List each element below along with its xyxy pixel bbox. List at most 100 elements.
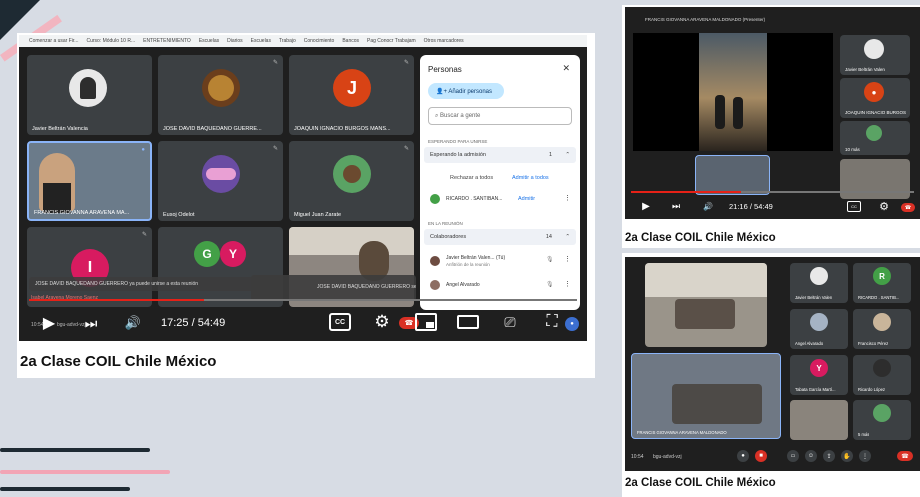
muted-mic-icon: ✎ — [403, 60, 409, 66]
in-meeting-label: EN LA REUNIÓN — [428, 221, 463, 226]
participant-name: Javier Beltrán Valen — [845, 67, 885, 72]
progress-fill — [631, 191, 742, 193]
captions-icon[interactable]: ▭ — [787, 450, 799, 462]
participant-name: Angel Alvarado — [795, 341, 824, 346]
avatar — [873, 359, 891, 377]
movie-poster — [699, 33, 767, 151]
main-video-player[interactable]: Comenzar a usar Fir... Curso: Módulo 10 … — [19, 35, 587, 341]
end-call-icon[interactable]: ☎ — [897, 451, 913, 461]
avatar — [333, 155, 371, 193]
stripe-dark — [0, 448, 150, 452]
video-title[interactable]: 2a Clase COIL Chile México — [625, 232, 776, 244]
bookmark[interactable]: Trabajo — [279, 38, 296, 44]
participant-tile: Angel Alvarado — [790, 309, 848, 349]
settings-gear-icon[interactable]: ⚙ — [371, 311, 393, 333]
participant-tile: Javier Beltrán Valencia — [27, 55, 152, 135]
video-title[interactable]: 2a Clase COIL Chile México — [20, 353, 216, 370]
search-placeholder: Buscar a gente — [440, 113, 481, 119]
cast-icon[interactable]: ⎚ — [499, 313, 521, 331]
participant-tile-active: ● FRANCIS GIOVANNA ARAVENA MA... — [27, 141, 152, 221]
admit-all-button[interactable]: Admitir a todos — [512, 175, 572, 181]
avatar — [864, 39, 884, 59]
bookmark[interactable]: Escuelas — [251, 38, 271, 44]
waiting-count: 1 — [548, 152, 552, 158]
next-icon[interactable]: ⏭ — [669, 199, 683, 213]
progress-bar[interactable] — [631, 191, 914, 193]
close-icon[interactable]: ✕ — [562, 63, 570, 74]
theater-mode-icon[interactable] — [457, 315, 479, 329]
miniplayer-icon[interactable] — [415, 313, 437, 331]
fullscreen-icon[interactable]: ⛶ — [541, 311, 563, 333]
add-person-icon: 👤+ — [436, 89, 449, 95]
play-icon[interactable]: ▶ — [639, 199, 653, 213]
avatar — [430, 194, 440, 204]
emoji-icon[interactable]: ☺ — [805, 450, 817, 462]
people-panel: Personas ✕ 👤+ Añadir personas ⌕ Buscar a… — [420, 55, 580, 310]
bottom-right-video-card: Javier Beltrán Valen R RICARDO . SANTIB.… — [622, 253, 920, 497]
add-people-label: Añadir personas — [448, 89, 493, 95]
participant-tile: 10 más — [840, 121, 910, 155]
bookmark[interactable]: Pag Conocr Trabajam — [367, 38, 416, 44]
bookmark[interactable]: Comenzar a usar Fir... — [29, 38, 78, 44]
more-participants: 5 más — [858, 432, 870, 437]
video-title[interactable]: 2a Clase COIL Chile México — [625, 477, 776, 489]
classroom-tile — [840, 159, 910, 199]
more-icon[interactable]: ⋮ — [859, 450, 871, 462]
participant-tile-active: FRANCIS GIOVANNA ARAVENA MALDONADO — [631, 353, 781, 439]
progress-bar[interactable] — [29, 299, 577, 301]
participant-name: JOAQUIN IGNACIO BURGOS — [845, 110, 907, 115]
account-avatar[interactable]: ● — [565, 317, 579, 331]
bottom-right-video-player[interactable]: Javier Beltrán Valen R RICARDO . SANTIB.… — [625, 257, 920, 471]
participant-name: Francisco Pérez — [858, 341, 889, 346]
participant-tile: ✎ Miguel Juan Zarate — [289, 141, 414, 221]
avatar-letter: G — [194, 241, 220, 267]
participant-name: 10 más — [845, 147, 860, 152]
meet-code: bgu-advd-vzj — [653, 454, 682, 460]
classroom-tile — [645, 263, 767, 347]
volume-icon[interactable]: 🔊 — [701, 199, 715, 213]
bookmark[interactable]: Conocimiento — [304, 38, 335, 44]
top-right-video-player[interactable]: FRANCIS GIOVANNA ARAVENA MALDONADO (Pres… — [625, 7, 920, 219]
add-people-button[interactable]: 👤+ Añadir personas — [428, 83, 504, 99]
volume-icon[interactable]: 🔊 — [123, 313, 143, 333]
hand-icon[interactable]: ✋ — [841, 450, 853, 462]
collaborators-label: Colaboradores — [430, 234, 467, 240]
participant-tile: Ricardo López — [853, 355, 911, 395]
bookmark[interactable]: Diarios — [227, 38, 243, 44]
bookmark[interactable]: Bancos — [342, 38, 359, 44]
waiting-header[interactable]: Esperando la admisión 1 ⌃ — [424, 147, 576, 163]
more-icon[interactable]: ⋮ — [564, 255, 571, 263]
time-display: 17:25 / 54:49 — [161, 317, 226, 329]
mic-icon[interactable]: ● — [737, 450, 749, 462]
bookmark[interactable]: Curso: Módulo 10 R... — [86, 38, 135, 44]
top-right-video-card: FRANCIS GIOVANNA ARAVENA MALDONADO (Pres… — [622, 5, 920, 248]
camera-icon[interactable]: ■ — [755, 450, 767, 462]
member-tag: (Tú) — [495, 255, 506, 261]
captions-icon[interactable]: CC — [329, 313, 351, 331]
more-icon[interactable]: ⋮ — [564, 280, 571, 288]
present-icon[interactable]: ⇪ — [823, 450, 835, 462]
avatar: ● — [864, 82, 884, 102]
participant-name: Eusoj Odelot — [163, 212, 195, 218]
participant-name: RICARDO . SANTIB... — [858, 295, 900, 300]
bookmark[interactable]: Escuelas — [199, 38, 219, 44]
participant-name: Tabata García Martí... — [795, 387, 836, 392]
end-call-icon[interactable]: ☎ — [901, 203, 915, 212]
muted-mic-icon: 🎙 — [546, 257, 554, 263]
participant-name: Javier Beltrán Valencia — [32, 126, 88, 132]
participant-name: Ricardo López — [858, 387, 886, 392]
avatar-letter: Y — [810, 359, 828, 377]
settings-gear-icon[interactable]: ⚙ — [877, 199, 891, 213]
search-input[interactable]: ⌕ Buscar a gente — [428, 107, 572, 125]
participant-name: JOAQUIN IGNACIO BURGOS MANS... — [294, 126, 391, 132]
captions-icon[interactable]: CC — [847, 201, 861, 212]
bookmark[interactable]: ENTRETENIMIENTO — [143, 38, 191, 44]
shared-screen — [633, 33, 833, 151]
more-icon[interactable]: ⋮ — [564, 194, 571, 202]
bookmark[interactable]: Otros marcadores — [424, 38, 464, 44]
participant-tile: R RICARDO . SANTIB... — [853, 263, 911, 303]
panel-title: Personas — [428, 65, 462, 74]
collaborators-header[interactable]: Colaboradores 14 ⌃ — [424, 229, 576, 245]
participant-name: FRANCIS GIOVANNA ARAVENA MA... — [34, 210, 130, 216]
avatar-letter: J — [333, 69, 371, 107]
